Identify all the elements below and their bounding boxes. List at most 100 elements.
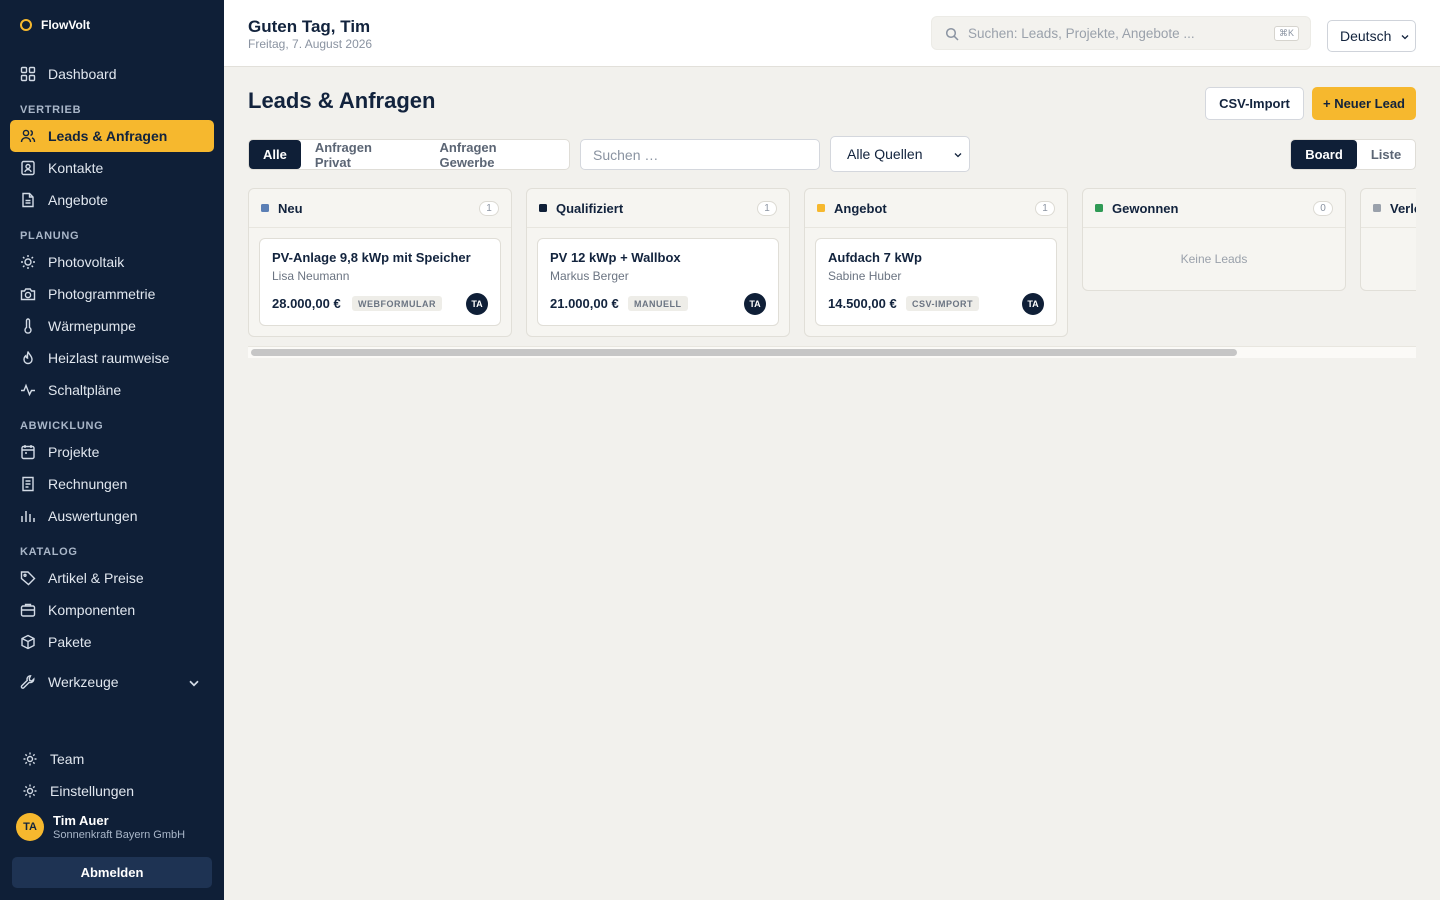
tab-alle[interactable]: Alle xyxy=(249,140,301,169)
language-value: Deutsch xyxy=(1340,28,1392,44)
greeting: Guten Tag, Tim xyxy=(248,17,371,36)
section-katalog: KATALOG xyxy=(20,546,78,558)
chevron-down-icon xyxy=(189,680,199,687)
sidebar-item-label: Pakete xyxy=(48,634,92,650)
sidebar-item-label: Projekte xyxy=(48,444,100,460)
gear-icon xyxy=(23,784,37,798)
lead-source-badge: WEBFORMULAR xyxy=(352,296,442,311)
new-lead-button[interactable]: + Neuer Lead xyxy=(1312,87,1416,120)
avatar: TA xyxy=(1022,293,1044,315)
tab-anfragen-privat[interactable]: Anfragen Privat xyxy=(301,140,426,170)
sidebar: FlowVolt Dashboard VERTRIEB Leads & Anfr… xyxy=(0,0,224,900)
scrollbar-thumb[interactable] xyxy=(251,349,1237,356)
package-icon xyxy=(21,634,35,650)
lead-contact: Markus Berger xyxy=(550,269,629,283)
chevron-down-icon xyxy=(1401,35,1409,40)
sidebar-item-einstellungen[interactable]: Einstellungen xyxy=(12,775,216,807)
user-profile[interactable]: TA Tim Auer Sonnenkraft Bayern GmbH xyxy=(16,813,185,841)
tab-anfragen-gewerbe[interactable]: Anfragen Gewerbe xyxy=(426,140,569,170)
sidebar-item-label: Heizlast raumweise xyxy=(48,350,170,366)
global-search-placeholder: Suchen: Leads, Projekte, Angebote ... xyxy=(968,26,1195,41)
avatar: TA xyxy=(744,293,766,315)
lead-card[interactable]: PV 12 kWp + Wallbox Markus Berger 21.000… xyxy=(537,238,779,326)
sidebar-item-label: Komponenten xyxy=(48,602,136,618)
tag-icon xyxy=(20,571,36,586)
column-header: Angebot 1 xyxy=(805,189,1067,228)
column-title: Angebot xyxy=(834,200,887,216)
receipt-icon xyxy=(22,476,34,492)
sidebar-item-photogrammetrie[interactable]: Photogrammetrie xyxy=(10,278,214,310)
column-gewonnen: Gewonnen 0 Keine Leads xyxy=(1082,188,1346,291)
sidebar-item-auswertungen[interactable]: Auswertungen xyxy=(10,500,214,532)
contact-card-icon xyxy=(21,160,35,176)
sidebar-item-heizlast[interactable]: Heizlast raumweise xyxy=(10,342,214,374)
lead-contact: Sabine Huber xyxy=(828,269,902,283)
sidebar-item-label: Dashboard xyxy=(48,66,117,82)
column-neu: Neu 1 PV-Anlage 9,8 kWp mit Speicher Lis… xyxy=(248,188,512,337)
lead-amount: 21.000,00 € xyxy=(550,296,619,311)
sidebar-item-team[interactable]: Team xyxy=(12,743,216,775)
column-title: Neu xyxy=(278,200,303,216)
column-title: Verloren xyxy=(1390,200,1416,216)
wrench-icon xyxy=(20,675,35,689)
source-filter-select[interactable]: Alle Quellen xyxy=(830,136,970,172)
status-dot xyxy=(817,204,825,212)
sidebar-item-waermepumpe[interactable]: Wärmepumpe xyxy=(10,310,214,342)
logout-button[interactable]: Abmelden xyxy=(12,857,212,888)
csv-import-button[interactable]: CSV-Import xyxy=(1205,87,1304,120)
app-name: FlowVolt xyxy=(41,18,91,32)
status-dot xyxy=(539,204,547,212)
sidebar-item-pakete[interactable]: Pakete xyxy=(10,626,214,658)
sidebar-item-schaltplaene[interactable]: Schaltpläne xyxy=(10,374,214,406)
sidebar-item-label: Artikel & Preise xyxy=(48,570,144,586)
lead-title: PV 12 kWp + Wallbox xyxy=(550,250,681,265)
section-abwicklung: ABWICKLUNG xyxy=(20,420,104,432)
column-count: 1 xyxy=(1035,201,1055,216)
search-icon xyxy=(945,27,959,41)
lead-contact: Lisa Neumann xyxy=(272,269,350,283)
status-dot xyxy=(1095,204,1103,212)
view-board-button[interactable]: Board xyxy=(1291,140,1357,169)
column-title: Qualifiziert xyxy=(556,200,624,216)
sidebar-item-photovoltaik[interactable]: Photovoltaik xyxy=(10,246,214,278)
lead-amount: 14.500,00 € xyxy=(828,296,897,311)
chevron-down-icon xyxy=(954,153,962,158)
column-header: Neu 1 xyxy=(249,189,511,228)
sidebar-item-label: Kontakte xyxy=(48,160,104,176)
lead-card[interactable]: PV-Anlage 9,8 kWp mit Speicher Lisa Neum… xyxy=(259,238,501,326)
sidebar-item-label: Einstellungen xyxy=(50,783,135,799)
global-search-input[interactable]: Suchen: Leads, Projekte, Angebote ... ⌘K xyxy=(931,16,1311,50)
sidebar-item-artikel[interactable]: Artikel & Preise xyxy=(10,562,214,594)
column-count: 1 xyxy=(757,201,777,216)
board-scrollbar[interactable] xyxy=(248,346,1416,358)
sidebar-item-label: Rechnungen xyxy=(48,476,128,492)
lead-title: PV-Anlage 9,8 kWp mit Speicher xyxy=(272,250,471,265)
sidebar-item-werkzeuge[interactable]: Werkzeuge xyxy=(10,666,214,698)
sidebar-item-kontakte[interactable]: Kontakte xyxy=(10,152,214,184)
lead-source-badge: CSV-IMPORT xyxy=(906,296,980,311)
status-dot xyxy=(261,204,269,212)
lead-search-input[interactable]: Suchen … xyxy=(580,139,820,170)
logo-ring-icon xyxy=(20,19,32,31)
user-name: Tim Auer xyxy=(53,813,109,828)
lead-card[interactable]: Aufdach 7 kWp Sabine Huber 14.500,00 € C… xyxy=(815,238,1057,326)
source-filter-value: Alle Quellen xyxy=(847,146,923,162)
view-list-button[interactable]: Liste xyxy=(1357,140,1415,169)
column-verloren: Verloren xyxy=(1360,188,1416,291)
sidebar-item-label: Schaltpläne xyxy=(48,382,122,398)
language-select[interactable]: Deutsch xyxy=(1327,20,1416,52)
section-vertrieb: VERTRIEB xyxy=(20,104,82,116)
column-angebot: Angebot 1 Aufdach 7 kWp Sabine Huber 14.… xyxy=(804,188,1068,337)
sidebar-item-projekte[interactable]: Projekte xyxy=(10,436,214,468)
team-gear-icon xyxy=(23,752,37,766)
sidebar-item-label: Werkzeuge xyxy=(48,674,119,690)
sidebar-item-angebote[interactable]: Angebote xyxy=(10,184,214,216)
sidebar-item-leads[interactable]: Leads & Anfragen xyxy=(10,120,214,152)
sidebar-item-komponenten[interactable]: Komponenten xyxy=(10,594,214,626)
sun-icon xyxy=(21,255,35,269)
section-planung: PLANUNG xyxy=(20,230,80,242)
sidebar-item-rechnungen[interactable]: Rechnungen xyxy=(10,468,214,500)
brand[interactable]: FlowVolt xyxy=(20,18,90,32)
sidebar-item-label: Angebote xyxy=(48,192,108,208)
sidebar-item-dashboard[interactable]: Dashboard xyxy=(10,58,214,90)
